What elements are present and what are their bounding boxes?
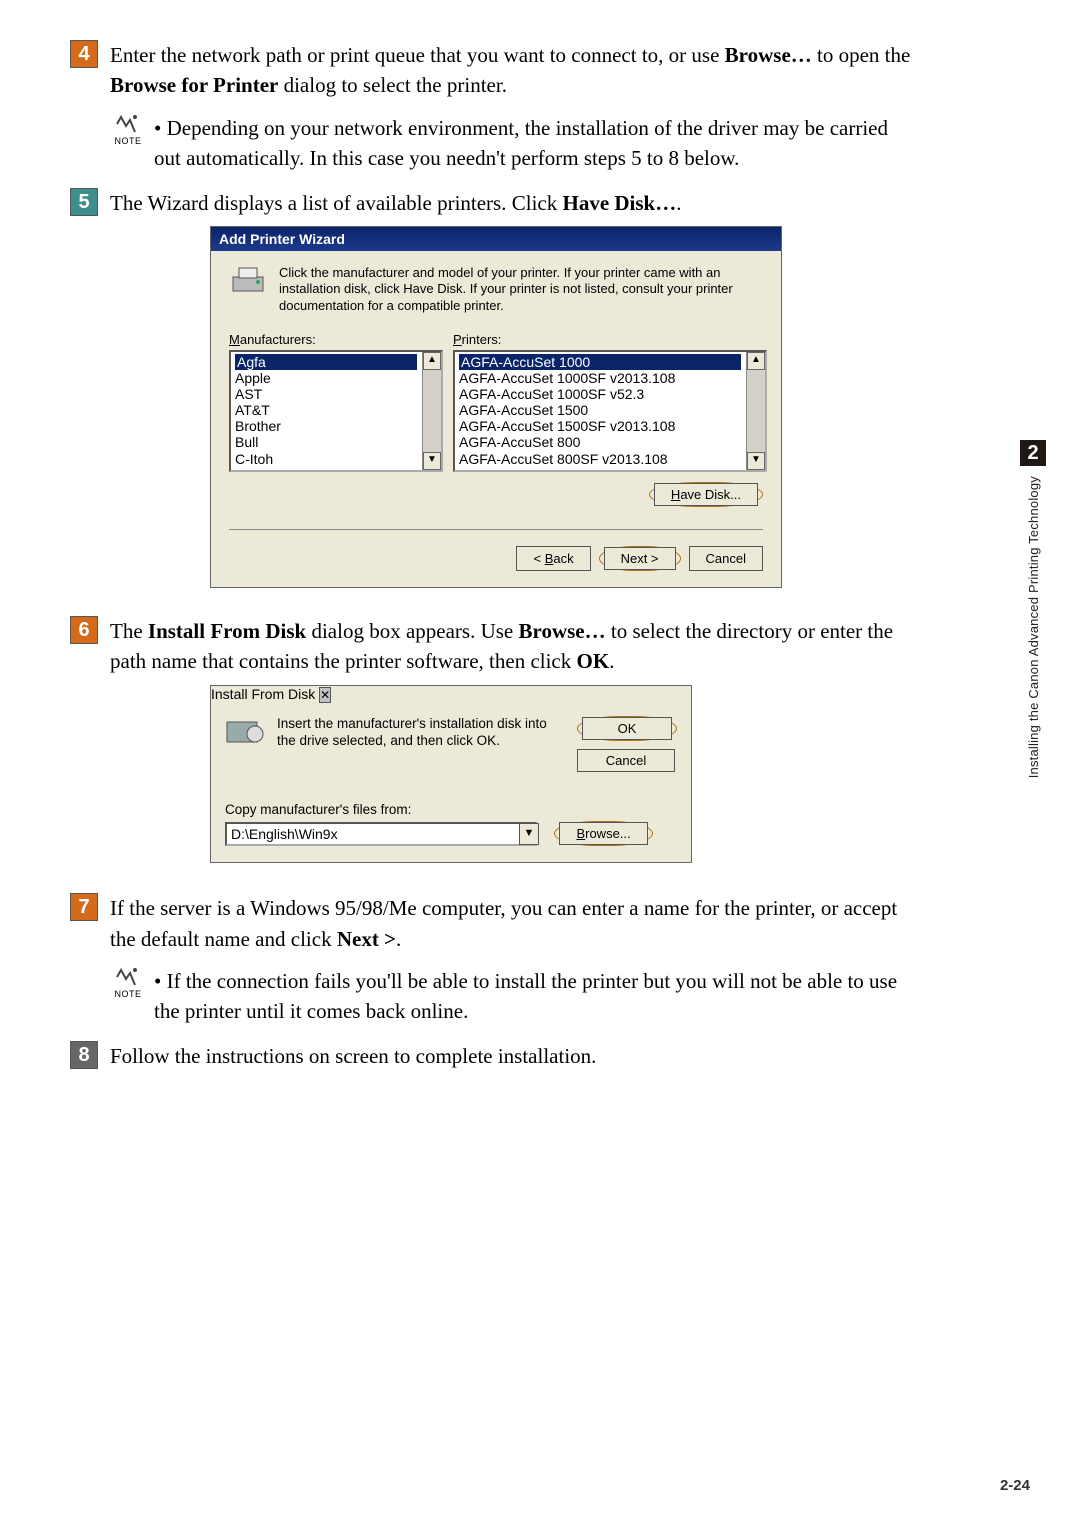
cancel-button-2[interactable]: Cancel [577,749,675,772]
have-disk-button[interactable]: Have Disk... [654,483,758,506]
right-sidebar: 2 Installing the Canon Advanced Printing… [1020,440,1046,778]
step4-text-b: to open the [812,43,911,67]
note-label-2: NOTE [110,989,146,999]
browse-button[interactable]: Browse... [559,822,647,845]
note1-body: Depending on your network environment, t… [154,116,888,170]
have-disk-highlight: Have Disk... [649,482,763,507]
br-rest: rowse... [585,826,631,841]
next-highlight: Next > [599,546,681,571]
printer-item-4[interactable]: AGFA-AccuSet 1500SF v2013.108 [459,418,741,434]
manuf-item-5[interactable]: Bull [235,434,417,450]
chapter-tab: 2 [1020,440,1046,466]
scroll-up-arrow-icon[interactable]: ▲ [747,352,765,370]
manuf-item-6[interactable]: C-Itoh [235,451,417,467]
back-button[interactable]: < Back [516,546,590,571]
s6d: . [609,649,614,673]
manuf-item-0[interactable]: Agfa [235,354,417,370]
manufacturers-scrollbar[interactable]: ▲ ▼ [422,352,441,470]
step4-browse: Browse… [725,43,812,67]
step4-text-a: Enter the network path or print queue th… [110,43,725,67]
printer-item-0[interactable]: AGFA-AccuSet 1000 [459,354,741,370]
ok-button[interactable]: OK [582,717,672,740]
install-disk-titlebar: Install From Disk ✕ [211,686,691,702]
printers-rest: rinters: [462,332,502,347]
s6-ok: OK [577,649,610,673]
step-number-5: 5 [70,188,98,216]
hd-rest: ave Disk... [680,487,741,502]
scroll-down-arrow-icon[interactable]: ▼ [747,452,765,470]
scroll-down-arrow-icon[interactable]: ▼ [423,452,441,470]
note-2-text: • If the connection fails you'll be able… [154,966,920,1027]
manuf-item-2[interactable]: AST [235,386,417,402]
cancel-button[interactable]: Cancel [689,546,763,571]
s7b: . [396,927,401,951]
printer-item-5[interactable]: AGFA-AccuSet 800 [459,434,741,450]
step5-hd: Have Disk… [562,191,676,215]
step4-text-c: dialog to select the printer. [278,73,507,97]
step-8-text: Follow the instructions on screen to com… [110,1041,920,1071]
s6-ifd: Install From Disk [148,619,306,643]
browse-highlight: Browse... [554,821,652,846]
printers-u: P [453,332,462,347]
step-number-6: 6 [70,616,98,644]
manufacturers-listbox[interactable]: Agfa Apple AST AT&T Brother Bull C-Itoh … [229,350,443,472]
wizard-titlebar: Add Printer Wizard [211,227,781,251]
note-1-text: • Depending on your network environment,… [154,113,920,174]
manuf-item-4[interactable]: Brother [235,418,417,434]
ok-highlight: OK [577,716,677,741]
step-6-text: The Install From Disk dialog box appears… [110,616,920,677]
printers-label: Printers: [453,332,767,347]
printers-listbox[interactable]: AGFA-AccuSet 1000 AGFA-AccuSet 1000SF v2… [453,350,767,472]
add-printer-wizard-dialog: Add Printer Wizard Click the manufacture… [210,226,782,588]
back-a: < [533,551,544,566]
s7a: If the server is a Windows 95/98/Me comp… [110,896,897,950]
step-7-text: If the server is a Windows 95/98/Me comp… [110,893,920,954]
note2-body: If the connection fails you'll be able t… [154,969,897,1023]
manufacturers-label: Manufacturers: [229,332,443,347]
scroll-up-arrow-icon[interactable]: ▲ [423,352,441,370]
wizard-instruction-text: Click the manufacturer and model of your… [279,265,763,314]
step-number-7: 7 [70,893,98,921]
printer-item-3[interactable]: AGFA-AccuSet 1500 [459,402,741,418]
printer-item-1[interactable]: AGFA-AccuSet 1000SF v2013.108 [459,370,741,386]
manuf-item-3[interactable]: AT&T [235,402,417,418]
back-b: ack [553,551,573,566]
step-5-text: The Wizard displays a list of available … [110,188,920,218]
s6b: dialog box appears. Use [306,619,518,643]
close-icon[interactable]: ✕ [319,687,331,703]
printer-item-6[interactable]: AGFA-AccuSet 800SF v2013.108 [459,451,741,467]
install-disk-title: Install From Disk [211,686,315,702]
hd-u: H [671,487,680,502]
s6-browse: Browse… [519,619,606,643]
step-number-4: 4 [70,40,98,68]
note-label: NOTE [110,136,146,146]
s7-next: Next > [337,927,396,951]
next-button[interactable]: Next > [604,547,676,570]
s6a: The [110,619,148,643]
install-from-disk-dialog: Install From Disk ✕ Insert the manufactu… [210,685,692,863]
install-disk-text: Insert the manufacturer's installation d… [277,716,565,750]
step5-text-b: . [676,191,681,215]
chapter-title-vertical: Installing the Canon Advanced Printing T… [1026,476,1041,778]
step-number-8: 8 [70,1041,98,1069]
copy-from-label: Copy manufacturer's files from: [225,802,677,817]
manuf-rest: anufacturers: [240,332,316,347]
disk-icon [225,716,265,746]
step-4-text: Enter the network path or print queue th… [110,40,920,101]
manuf-item-1[interactable]: Apple [235,370,417,386]
wizard-title: Add Printer Wizard [219,231,345,247]
copy-from-input[interactable]: D:\English\Win9x [225,822,537,846]
manuf-u: M [229,332,240,347]
note-icon: NOTE [110,113,146,146]
printer-item-2[interactable]: AGFA-AccuSet 1000SF v52.3 [459,386,741,402]
page-number: 2-24 [1000,1477,1030,1494]
br-u: B [576,826,585,841]
copy-from-value: D:\English\Win9x [231,826,338,842]
step4-bfp: Browse for Printer [110,73,278,97]
step5-text-a: The Wizard displays a list of available … [110,191,562,215]
dropdown-arrow-icon[interactable]: ▼ [519,823,539,845]
printer-icon [229,265,267,295]
printers-scrollbar[interactable]: ▲ ▼ [746,352,765,470]
note-icon-2: NOTE [110,966,146,999]
